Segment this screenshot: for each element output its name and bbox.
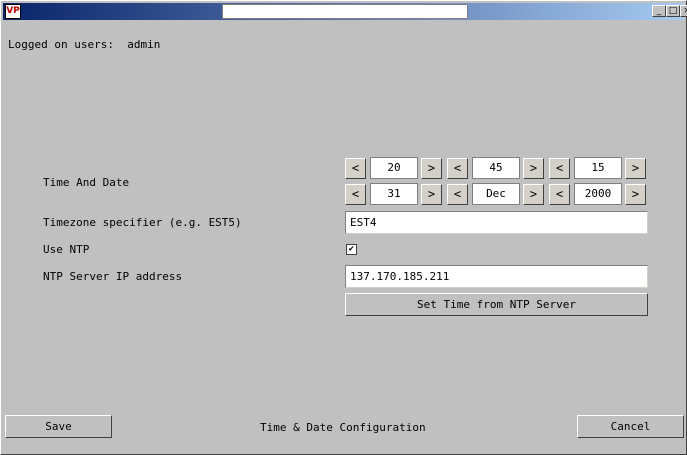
month-prev-button[interactable]: < bbox=[447, 184, 468, 205]
hour-next-button[interactable]: > bbox=[421, 158, 442, 179]
month-next-button[interactable]: > bbox=[523, 184, 544, 205]
hour-field[interactable]: 20 bbox=[370, 157, 418, 179]
maximize-button[interactable]: □ bbox=[666, 5, 680, 17]
title-field bbox=[222, 4, 468, 19]
ntp-server-label: NTP Server IP address bbox=[43, 270, 183, 283]
month-field[interactable]: Dec bbox=[472, 183, 520, 205]
second-prev-button[interactable]: < bbox=[549, 158, 570, 179]
second-field[interactable]: 15 bbox=[574, 157, 622, 179]
cancel-button[interactable]: Cancel bbox=[577, 415, 684, 438]
page-title: Time & Date Configuration bbox=[260, 421, 426, 434]
year-next-button[interactable]: > bbox=[625, 184, 646, 205]
day-next-button[interactable]: > bbox=[421, 184, 442, 205]
minute-field[interactable]: 45 bbox=[472, 157, 520, 179]
minimize-button[interactable]: _ bbox=[652, 5, 666, 17]
year-prev-button[interactable]: < bbox=[549, 184, 570, 205]
timezone-label: Timezone specifier (e.g. EST5) bbox=[43, 216, 242, 229]
hour-prev-button[interactable]: < bbox=[345, 158, 366, 179]
ntp-server-input[interactable]: 137.170.185.211 bbox=[345, 265, 648, 288]
use-ntp-checkbox[interactable]: ✔ bbox=[346, 244, 357, 255]
year-field[interactable]: 2000 bbox=[574, 183, 622, 205]
app-logo-icon: VP bbox=[5, 4, 21, 19]
minute-prev-button[interactable]: < bbox=[447, 158, 468, 179]
use-ntp-label: Use NTP bbox=[43, 243, 90, 256]
day-prev-button[interactable]: < bbox=[345, 184, 366, 205]
config-window: VP _ □ × Logged on users: admin Time And… bbox=[0, 0, 687, 455]
timezone-input[interactable]: EST4 bbox=[345, 211, 648, 234]
set-time-from-ntp-button[interactable]: Set Time from NTP Server bbox=[345, 293, 648, 316]
day-field[interactable]: 31 bbox=[370, 183, 418, 205]
close-button[interactable]: × bbox=[680, 5, 687, 17]
logged-on-users-text: Logged on users: admin bbox=[8, 38, 161, 51]
title-bar[interactable]: VP _ □ × bbox=[3, 3, 687, 20]
minute-next-button[interactable]: > bbox=[523, 158, 544, 179]
save-button[interactable]: Save bbox=[5, 415, 112, 438]
second-next-button[interactable]: > bbox=[625, 158, 646, 179]
time-date-label: Time And Date bbox=[43, 176, 130, 189]
